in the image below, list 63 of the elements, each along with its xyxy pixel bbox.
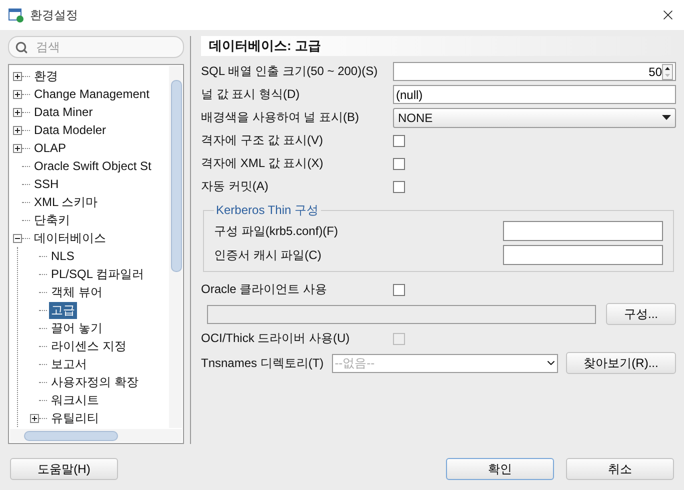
checkbox-label: 격자에 구조 값 표시(V)	[201, 132, 324, 149]
field-label: 인증서 캐시 파일(C)	[214, 246, 322, 264]
tree-item[interactable]: 단축키	[32, 212, 72, 228]
checkbox-label: Oracle 클라이언트 사용	[201, 281, 328, 298]
cancel-button[interactable]: 취소	[566, 458, 674, 480]
tree-item[interactable]: PL/SQL 컴파일러	[49, 266, 146, 282]
spin-arrows-icon[interactable]	[662, 64, 673, 80]
expand-icon[interactable]	[13, 90, 22, 98]
checkbox-label: 자동 커밋(A)	[201, 178, 270, 195]
checkbox-label: 격자에 XML 값 표시(X)	[201, 155, 324, 172]
number-spinner[interactable]: 50	[393, 62, 676, 81]
browse-button[interactable]: 찾아보기(R)...	[566, 352, 676, 374]
expand-icon[interactable]	[13, 108, 22, 116]
checkbox[interactable]	[393, 134, 405, 146]
field-label: 배경색을 사용하여 널 표시(B)	[201, 109, 360, 126]
dropdown[interactable]: NONE	[393, 108, 676, 128]
tree-item[interactable]: 환경	[32, 68, 60, 84]
tree-item[interactable]: SSH	[32, 177, 61, 191]
field-label: Tnsnames 디렉토리(T)	[201, 354, 324, 372]
tree-item[interactable]: 객체 뷰어	[49, 284, 104, 300]
tree-item[interactable]: Change Management	[32, 87, 152, 101]
tree-item[interactable]: NLS	[49, 249, 76, 263]
number-field[interactable]: 50	[396, 64, 662, 78]
text-field[interactable]	[503, 245, 663, 265]
expand-icon[interactable]	[30, 414, 39, 422]
expand-icon[interactable]	[13, 144, 22, 152]
search-icon	[15, 40, 28, 54]
tree-item[interactable]: 워크시트	[49, 392, 101, 408]
search-field[interactable]: 검색	[34, 39, 177, 55]
tree-item[interactable]: 데이터베이스	[32, 230, 108, 246]
tree-item[interactable]: Oracle Swift Object St	[32, 159, 154, 173]
collapse-icon[interactable]	[13, 234, 22, 242]
checkbox[interactable]	[393, 158, 405, 170]
app-icon	[8, 7, 24, 23]
window-title: 환경설정	[30, 6, 79, 24]
tree-item[interactable]: 사용자정의 확장	[49, 374, 140, 390]
combo-field[interactable]: --없음--	[332, 354, 558, 372]
field-label: 널 값 표시 형식(D)	[201, 86, 301, 103]
tree-item[interactable]: 끌어 놓기	[49, 320, 104, 336]
tree-item[interactable]: XML 스키마	[32, 194, 100, 210]
tree-item[interactable]: Data Modeler	[32, 123, 108, 137]
vertical-scrollbar[interactable]	[169, 66, 182, 428]
field-label: 구성 파일(krb5.conf)(F)	[214, 222, 340, 240]
tree-item[interactable]: 보고서	[49, 356, 89, 372]
text-field[interactable]	[503, 221, 663, 241]
expand-icon[interactable]	[13, 72, 22, 80]
group-title: Kerberos Thin 구성	[215, 202, 320, 219]
dropdown-arrow-icon	[662, 115, 671, 120]
search-box[interactable]: 검색	[8, 36, 184, 58]
tree-item[interactable]: 유틸리티	[49, 410, 101, 426]
tree-item[interactable]: Data Miner	[32, 105, 95, 119]
checkbox-label: OCI/Thick 드라이버 사용(U)	[201, 330, 351, 347]
help-button[interactable]: 도움말(H)	[10, 458, 118, 480]
checkbox[interactable]	[393, 180, 405, 192]
horizontal-scrollbar[interactable]	[10, 429, 182, 442]
ok-button[interactable]: 확인	[446, 458, 554, 480]
expand-icon[interactable]	[13, 126, 22, 134]
tree-item[interactable]: OLAP	[32, 141, 68, 155]
field-label: SQL 배열 인출 크기(50 ~ 200)(S)	[201, 63, 379, 80]
combo-box[interactable]: --없음--	[334, 356, 545, 370]
tree-item[interactable]: 고급	[49, 302, 77, 318]
tree-item[interactable]: 라이센스 지정	[49, 338, 128, 354]
checkbox[interactable]	[393, 284, 405, 296]
